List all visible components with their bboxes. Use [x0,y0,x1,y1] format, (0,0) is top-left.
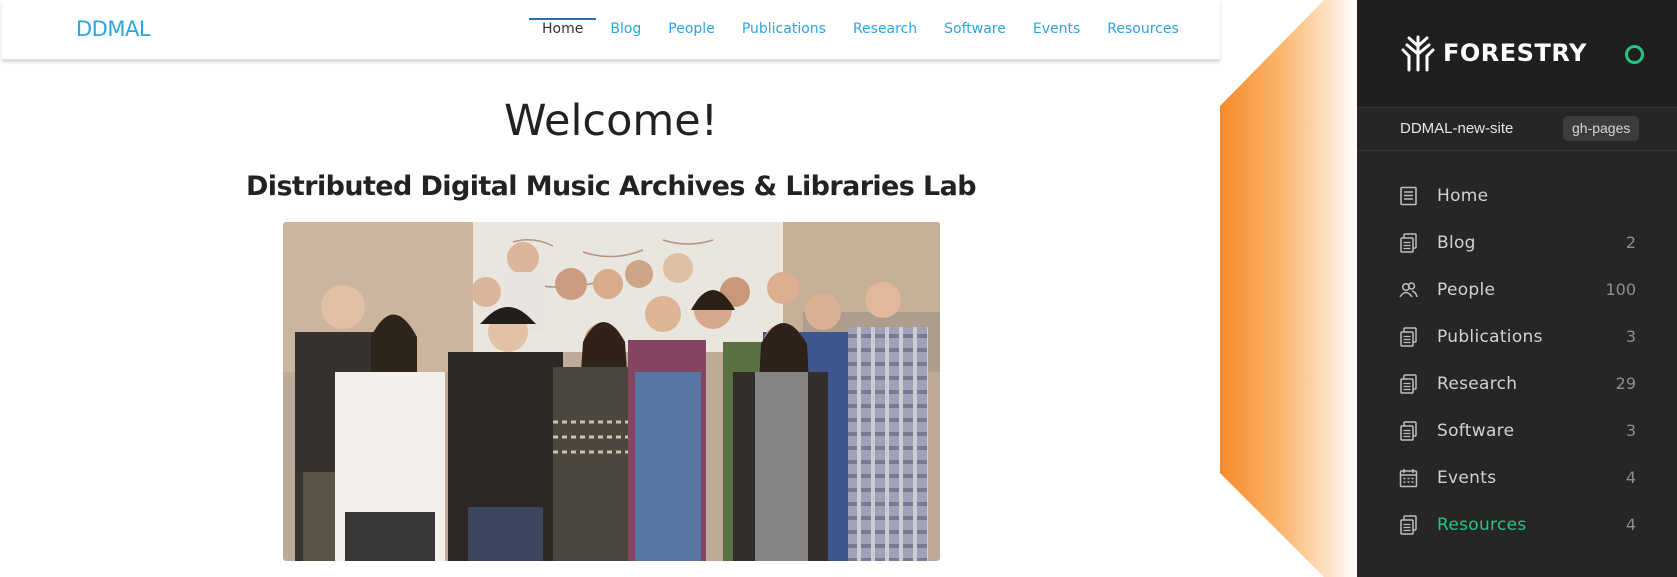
nav-link-publications[interactable]: Publications [742,0,826,58]
documents-icon [1400,327,1417,347]
sidebar-item-label: Research [1437,374,1518,394]
sidebar-item-events[interactable]: Events 4 [1357,454,1677,501]
site-brand-link[interactable]: DDMAL [76,17,151,41]
nav-link-blog[interactable]: Blog [610,0,641,58]
nav-link-software[interactable]: Software [944,0,1006,58]
sidebar-item-people[interactable]: People 100 [1357,266,1677,313]
branch-badge[interactable]: gh-pages [1563,116,1640,141]
sidebar-item-count: 3 [1625,421,1636,440]
orange-transition-shape [1220,0,1358,577]
sidebar-item-label: Publications [1437,327,1543,347]
site-selector[interactable]: DDMAL-new-site gh-pages [1357,107,1677,151]
sidebar-item-software[interactable]: Software 3 [1357,407,1677,454]
sidebar-item-publications[interactable]: Publications 3 [1357,313,1677,360]
forestry-tree-icon [1401,35,1435,72]
sidebar-item-count: 4 [1625,468,1636,487]
nav-link-people[interactable]: People [668,0,715,58]
sidebar-item-label: Home [1437,186,1489,206]
sidebar-header: FORESTRY [1357,0,1677,107]
sidebar-item-count: 3 [1625,327,1636,346]
website-preview: DDMAL Home Blog People Publications Rese… [0,0,1222,577]
sidebar-item-home[interactable]: Home [1357,172,1677,219]
documents-icon [1400,421,1417,441]
sidebar-menu: Home Blog 2 People 100 Publications 3 Re… [1357,172,1677,548]
document-icon [1400,186,1417,206]
site-header: DDMAL Home Blog People Publications Rese… [2,0,1220,60]
sidebar-item-resources[interactable]: Resources 4 [1357,501,1677,548]
sidebar-item-label: People [1437,280,1496,300]
sidebar-item-label: Software [1437,421,1515,441]
group-photo [283,222,940,561]
site-nav: Home Blog People Publications Research S… [529,0,1206,58]
documents-icon [1400,374,1417,394]
people-icon [1399,282,1418,298]
nav-link-research[interactable]: Research [853,0,917,58]
sidebar-item-count: 29 [1615,374,1636,393]
sidebar-item-research[interactable]: Research 29 [1357,360,1677,407]
nav-link-resources[interactable]: Resources [1107,0,1179,58]
sidebar-item-label: Resources [1437,515,1527,535]
sidebar-item-blog[interactable]: Blog 2 [1357,219,1677,266]
forestry-logo-text: FORESTRY [1443,39,1587,67]
page-subtitle: Distributed Digital Music Archives & Lib… [245,171,977,202]
sidebar-item-count: 2 [1625,233,1636,252]
sidebar-item-label: Blog [1437,233,1476,253]
page-heading: Welcome! [504,96,718,146]
sidebar-item-count: 4 [1625,515,1636,534]
documents-icon [1400,515,1417,535]
sidebar-item-count: 100 [1605,280,1636,299]
calendar-icon [1399,469,1418,488]
forestry-sidebar: FORESTRY DDMAL-new-site gh-pages Home Bl… [1357,0,1677,577]
documents-icon [1400,233,1417,253]
site-name: DDMAL-new-site [1400,120,1514,137]
forestry-logo[interactable]: FORESTRY [1399,34,1587,72]
sidebar-item-label: Events [1437,468,1497,488]
nav-link-home[interactable]: Home [529,0,597,58]
status-indicator-icon [1625,45,1644,64]
nav-link-events[interactable]: Events [1033,0,1080,58]
